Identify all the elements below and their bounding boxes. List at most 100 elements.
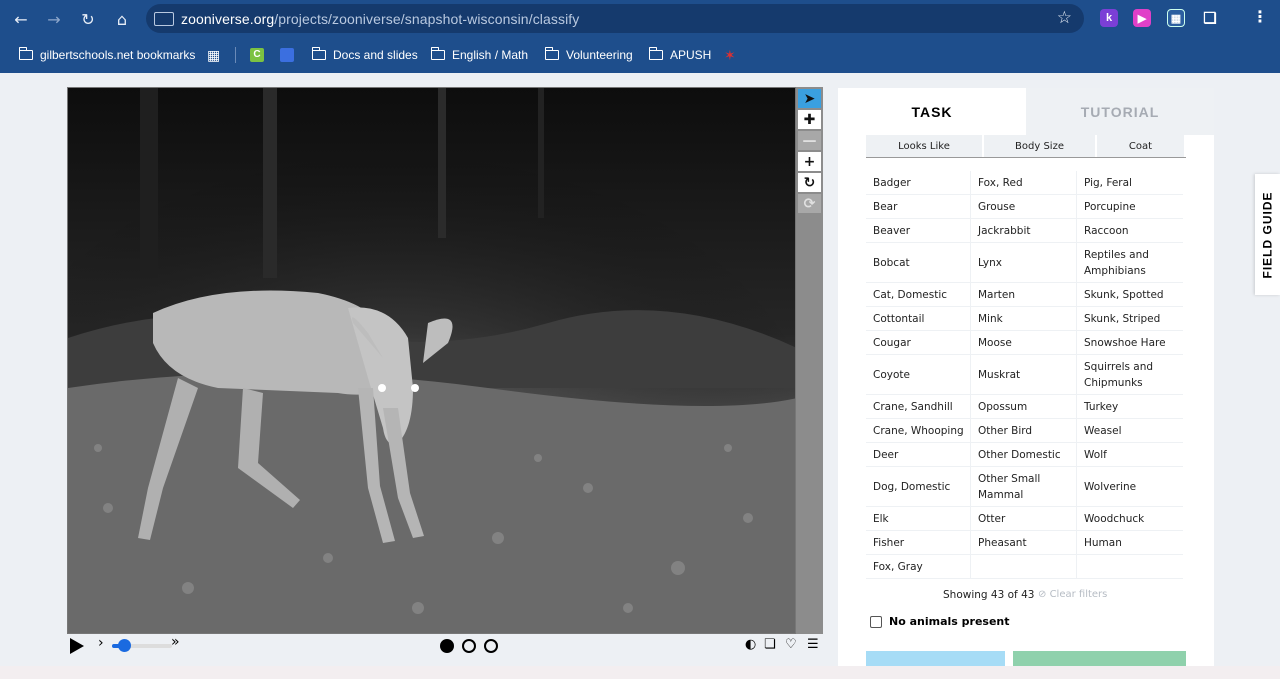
extension-k-icon[interactable]: k — [1100, 9, 1118, 27]
species-choice[interactable]: Cottontail — [866, 307, 971, 330]
contrast-icon[interactable]: ◐ — [745, 637, 756, 652]
slow-speed-icon[interactable]: › — [98, 635, 104, 651]
home-icon[interactable]: ⌂ — [107, 4, 137, 34]
species-choice[interactable]: Fisher — [866, 531, 971, 554]
frame-dot[interactable] — [440, 639, 454, 653]
species-choice[interactable]: Cougar — [866, 331, 971, 354]
species-choice[interactable]: Jackrabbit — [971, 219, 1077, 242]
subject-image[interactable] — [67, 87, 796, 634]
bookmark-c-icon[interactable]: C — [250, 37, 264, 73]
back-icon[interactable]: ← — [6, 4, 36, 34]
play-icon[interactable] — [70, 638, 84, 654]
species-choice[interactable]: Badger — [866, 171, 971, 194]
species-choice[interactable]: Squirrels and Chipmunks — [1077, 355, 1183, 394]
filter-coat[interactable]: Coat — [1097, 135, 1184, 157]
species-choice[interactable]: Pig, Feral — [1077, 171, 1183, 194]
reset-icon[interactable]: ⟳ — [798, 194, 821, 213]
species-choice[interactable]: Woodchuck — [1077, 507, 1183, 530]
zoom-out-icon[interactable]: — — [798, 131, 821, 150]
species-choice[interactable]: Reptiles and Amphibians — [1077, 243, 1183, 282]
frame-dot[interactable] — [462, 639, 476, 653]
bookmarks-bar: gilbertschools.net bookmarks ▦ C Docs an… — [0, 37, 1280, 73]
no-animals-option[interactable]: No animals present — [870, 615, 1010, 628]
species-choice[interactable]: Crane, Sandhill — [866, 395, 971, 418]
pointer-tool-icon[interactable]: ➤ — [798, 89, 821, 108]
species-choice[interactable]: Other Bird — [971, 419, 1077, 442]
url-text[interactable]: zooniverse.org/projects/zooniverse/snaps… — [181, 11, 579, 27]
tab-task[interactable]: TASK — [838, 88, 1026, 135]
species-choice[interactable]: Moose — [971, 331, 1077, 354]
clear-filters-button[interactable]: ⊘ Clear filters — [1038, 589, 1107, 600]
bookmark-label: APUSH — [670, 48, 712, 62]
species-choice[interactable]: Porcupine — [1077, 195, 1183, 218]
species-choice[interactable]: Elk — [866, 507, 971, 530]
species-choice[interactable]: Bobcat — [866, 243, 971, 282]
species-choice[interactable]: Wolf — [1077, 443, 1183, 466]
bookmark-english-math[interactable]: English / Math — [430, 37, 528, 73]
species-choice[interactable]: Snowshoe Hare — [1077, 331, 1183, 354]
species-choice[interactable]: Muskrat — [971, 355, 1077, 394]
species-choice[interactable]: Deer — [866, 443, 971, 466]
rotate-icon[interactable]: ↻ — [798, 173, 821, 192]
extension-square-icon[interactable]: ▦ — [1167, 9, 1185, 27]
species-choice[interactable]: Raccoon — [1077, 219, 1183, 242]
extensions-puzzle-icon[interactable]: ❑ — [1201, 9, 1219, 27]
speed-slider-thumb[interactable] — [118, 639, 131, 652]
address-bar[interactable]: zooniverse.org/projects/zooniverse/snaps… — [146, 4, 1084, 33]
bookmark-docs-and-slides[interactable]: Docs and slides — [311, 37, 418, 73]
field-guide-tab[interactable]: FIELD GUIDE — [1255, 174, 1280, 295]
species-row: Crane, Whooping Other Bird Weasel — [866, 419, 1183, 443]
info-icon[interactable]: ❏ — [764, 637, 776, 652]
bookmark-apush[interactable]: APUSH — [648, 37, 712, 73]
move-tool-icon[interactable]: ✚ — [798, 110, 821, 129]
species-choice[interactable]: Skunk, Spotted — [1077, 283, 1183, 306]
apps-grid-icon[interactable]: ▦ — [207, 37, 220, 73]
species-choice[interactable]: Otter — [971, 507, 1077, 530]
species-choice[interactable]: Fox, Red — [971, 171, 1077, 194]
bookmark-label: Docs and slides — [333, 48, 418, 62]
species-choice[interactable]: Mink — [971, 307, 1077, 330]
species-choice[interactable]: Bear — [866, 195, 971, 218]
species-choice[interactable]: Other Domestic — [971, 443, 1077, 466]
filter-looks-like[interactable]: Looks Like — [866, 135, 982, 157]
bookmark-star-icon[interactable]: ☆ — [1057, 8, 1072, 28]
tab-tutorial[interactable]: TUTORIAL — [1026, 88, 1214, 135]
favorite-heart-icon[interactable]: ♡ — [785, 637, 797, 652]
bookmark-volunteering[interactable]: Volunteering — [544, 37, 633, 73]
browser-menu-icon[interactable]: ⋮ — [1252, 7, 1268, 26]
no-animals-checkbox[interactable] — [870, 615, 882, 628]
bookmark-blue-icon[interactable] — [280, 37, 294, 73]
zoom-in-icon[interactable]: + — [798, 152, 821, 171]
species-row: Dog, Domestic Other Small Mammal Wolverine — [866, 467, 1183, 507]
frame-dot[interactable] — [484, 639, 498, 653]
species-choice[interactable]: Human — [1077, 531, 1183, 554]
species-choice[interactable]: Dog, Domestic — [866, 467, 971, 506]
species-choice[interactable]: Pheasant — [971, 531, 1077, 554]
species-choice[interactable]: Turkey — [1077, 395, 1183, 418]
species-choice[interactable]: Wolverine — [1077, 467, 1183, 506]
species-choice[interactable]: Weasel — [1077, 419, 1183, 442]
species-choice[interactable]: Cat, Domestic — [866, 283, 971, 306]
species-choice[interactable]: Grouse — [971, 195, 1077, 218]
fast-speed-icon[interactable]: » — [171, 634, 180, 650]
species-choice[interactable]: Fox, Gray — [866, 555, 971, 578]
bookmark-star-red-icon[interactable]: ✶ — [724, 37, 736, 73]
bookmark-gilbertschools[interactable]: gilbertschools.net bookmarks — [18, 37, 195, 73]
species-choice — [1077, 555, 1183, 578]
species-choice[interactable]: Opossum — [971, 395, 1077, 418]
species-choice[interactable]: Coyote — [866, 355, 971, 394]
species-choice[interactable]: Beaver — [866, 219, 971, 242]
speed-slider[interactable] — [112, 639, 172, 652]
species-choice[interactable]: Crane, Whooping — [866, 419, 971, 442]
collections-list-icon[interactable]: ☰ — [807, 637, 819, 652]
species-choice[interactable]: Marten — [971, 283, 1077, 306]
forward-icon[interactable]: → — [39, 4, 69, 34]
bookmark-label: Volunteering — [566, 48, 633, 62]
filter-body-size[interactable]: Body Size — [984, 135, 1095, 157]
extension-pink-icon[interactable]: ▶ — [1133, 9, 1151, 27]
reload-icon[interactable]: ↻ — [73, 4, 103, 34]
species-choice[interactable]: Other Small Mammal — [971, 467, 1077, 506]
species-choice[interactable]: Skunk, Striped — [1077, 307, 1183, 330]
species-choice[interactable]: Lynx — [971, 243, 1077, 282]
site-info-icon[interactable] — [154, 11, 174, 26]
